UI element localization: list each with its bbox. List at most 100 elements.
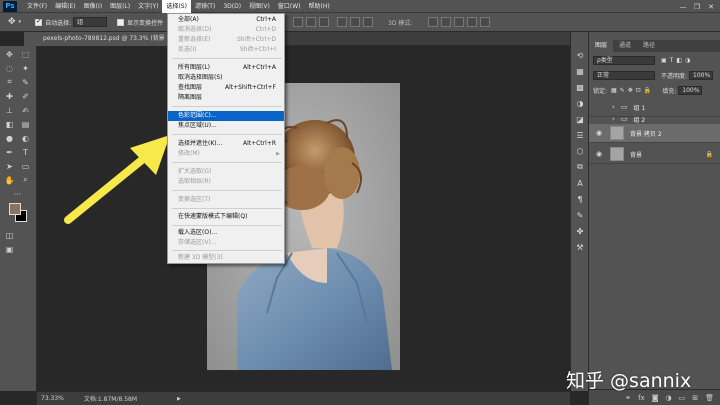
move-icon[interactable]: ✥: [4, 49, 15, 59]
blend-mode-dropdown[interactable]: 正常: [593, 71, 655, 80]
menu-window[interactable]: 窗口(W): [274, 0, 305, 13]
zoom-level[interactable]: 73.33%: [41, 395, 64, 402]
marquee-icon[interactable]: ⬚: [20, 49, 31, 59]
type-icon[interactable]: T: [20, 147, 31, 157]
brush-icon[interactable]: ✐: [20, 91, 31, 101]
tab-channels[interactable]: 通道: [613, 40, 637, 52]
lasso-icon[interactable]: ◌: [4, 63, 15, 73]
align-left-button[interactable]: [337, 17, 347, 27]
blur-icon[interactable]: ●: [4, 133, 15, 143]
menu-item-deselect-layers[interactable]: 取消选择图层(S): [168, 73, 284, 83]
history-brush-icon[interactable]: ✍: [20, 105, 31, 115]
crop-icon[interactable]: ⌗: [4, 77, 15, 87]
mask-icon[interactable]: ◙: [652, 394, 659, 402]
align-top-button[interactable]: [293, 17, 303, 27]
adjustments-icon[interactable]: ◑: [575, 98, 585, 108]
more-tools-icon[interactable]: ···: [12, 189, 23, 199]
align-hcenter-button[interactable]: [350, 17, 360, 27]
menu-item-quick-mask[interactable]: 在快速蒙版模式下编辑(Q): [168, 212, 284, 222]
auto-select-checkbox[interactable]: [35, 17, 43, 26]
restore-icon[interactable]: ❐: [690, 0, 704, 13]
eyedropper-icon[interactable]: ✎: [20, 77, 31, 87]
menu-item-reselect[interactable]: 重新选择(E) Shift+Ctrl+D: [168, 35, 284, 45]
menu-image[interactable]: 图像(I): [80, 0, 106, 13]
brush-presets-icon[interactable]: ✎: [575, 210, 585, 220]
menu-help[interactable]: 帮助(H): [305, 0, 334, 13]
pen-icon[interactable]: ✒: [4, 147, 15, 157]
hand-icon[interactable]: ✋: [4, 175, 15, 185]
layer-row-background-copy-2[interactable]: ◉ 背景 拷贝 2: [589, 124, 720, 143]
magic-wand-icon[interactable]: ✦: [20, 63, 31, 73]
menu-item-load-selection[interactable]: 载入选区(O)...: [168, 228, 284, 238]
tab-paths[interactable]: 路径: [637, 40, 661, 52]
menu-item-deselect[interactable]: 取消选择(D) Ctrl+D: [168, 25, 284, 35]
styles-icon[interactable]: ◪: [575, 114, 585, 124]
layer-row-background[interactable]: ◉ 背景 🔒: [589, 145, 720, 164]
filter-icons[interactable]: ▣T◧◑: [661, 57, 693, 64]
menu-item-save-selection[interactable]: 存储选区(V)...: [168, 238, 284, 248]
layer-filter-dropdown[interactable]: ρ类型: [593, 56, 655, 65]
show-transform-checkbox[interactable]: [117, 18, 125, 26]
opacity-input[interactable]: 100%: [689, 71, 714, 80]
properties-icon[interactable]: ☰: [575, 130, 585, 140]
clone-source-icon[interactable]: ✤: [575, 226, 585, 236]
path-selection-icon[interactable]: ➤: [4, 161, 15, 171]
align-bottom-button[interactable]: [319, 17, 329, 27]
rectangle-icon[interactable]: ▭: [20, 161, 31, 171]
quick-mask-icon[interactable]: ◫: [4, 230, 15, 240]
color-icon[interactable]: ▦: [575, 66, 585, 76]
foreground-color-front[interactable]: [9, 203, 21, 215]
menu-item-select-and-mask[interactable]: 选择并遮住(K)... Alt+Ctrl+R: [168, 139, 284, 149]
screen-mode-icon[interactable]: ▣: [4, 244, 15, 254]
menu-item-similar[interactable]: 选取相似(R): [168, 177, 284, 187]
paragraph-icon[interactable]: ¶: [575, 194, 585, 204]
menu-item-select-all[interactable]: 全部(A) Ctrl+A: [168, 15, 284, 25]
healing-brush-icon[interactable]: ✚: [4, 91, 15, 101]
gradient-icon[interactable]: ▤: [20, 119, 31, 129]
trash-icon[interactable]: 🗑: [705, 394, 714, 402]
eye-icon[interactable]: ◉: [594, 150, 604, 158]
menu-layer[interactable]: 图层(L): [106, 0, 134, 13]
close-icon[interactable]: ✕: [704, 0, 718, 13]
move-tool-icon[interactable]: ✥: [8, 17, 16, 27]
3d-scale-button[interactable]: [480, 17, 490, 27]
align-vcenter-button[interactable]: [306, 17, 316, 27]
menu-3d[interactable]: 3D(D): [219, 0, 245, 13]
3d-roll-button[interactable]: [441, 17, 451, 27]
swatches-icon[interactable]: ▩: [575, 82, 585, 92]
lock-icons[interactable]: ▦✎✥⊡🔒: [611, 87, 654, 94]
menu-item-find-layers[interactable]: 查找图层 Alt+Shift+Ctrl+F: [168, 83, 284, 93]
3d-slide-button[interactable]: [467, 17, 477, 27]
menu-select[interactable]: 选择(S): [162, 0, 191, 13]
auto-select-dropdown[interactable]: 组: [73, 17, 108, 27]
dodge-icon[interactable]: ◐: [20, 133, 31, 143]
eye-icon[interactable]: ◉: [594, 129, 604, 137]
menu-item-isolate-layers[interactable]: 隔离图层: [168, 93, 284, 103]
channels-icon[interactable]: ⧉: [575, 162, 585, 172]
align-right-button[interactable]: [363, 17, 373, 27]
menu-item-grow[interactable]: 扩大选取(G): [168, 167, 284, 177]
menu-edit[interactable]: 编辑(E): [51, 0, 79, 13]
folder-icon[interactable]: ▭: [679, 394, 686, 402]
zoom-icon[interactable]: ⌕: [20, 175, 31, 185]
menu-item-inverse[interactable]: 反选(I) Shift+Ctrl+I: [168, 45, 284, 55]
new-layer-icon[interactable]: ⊞: [692, 394, 698, 402]
clone-stamp-icon[interactable]: ⊥: [4, 105, 15, 115]
adjustment-icon[interactable]: ◑: [666, 394, 672, 402]
menu-item-all-layers[interactable]: 所有图层(L) Alt+Ctrl+A: [168, 63, 284, 73]
3d-rotate-button[interactable]: [428, 17, 438, 27]
menu-item-modify[interactable]: 修改(M) ▶: [168, 149, 284, 159]
menu-filter[interactable]: 滤镜(T): [191, 0, 219, 13]
status-arrow-icon[interactable]: ▶: [177, 396, 181, 402]
minimize-icon[interactable]: —: [676, 0, 690, 13]
tool-presets-icon[interactable]: ⚒: [575, 242, 585, 252]
chevron-down-icon[interactable]: ▾: [19, 19, 22, 25]
3d-pan-button[interactable]: [454, 17, 464, 27]
chevron-right-icon[interactable]: ›: [612, 115, 615, 123]
link-icon[interactable]: ⚭: [625, 394, 631, 402]
menu-item-focus-area[interactable]: 焦点区域(U)...: [168, 121, 284, 131]
tab-layers[interactable]: 图层: [589, 40, 614, 52]
fill-input[interactable]: 100%: [678, 86, 703, 95]
menu-view[interactable]: 视图(V): [245, 0, 274, 13]
menu-file[interactable]: 文件(F): [23, 0, 51, 13]
